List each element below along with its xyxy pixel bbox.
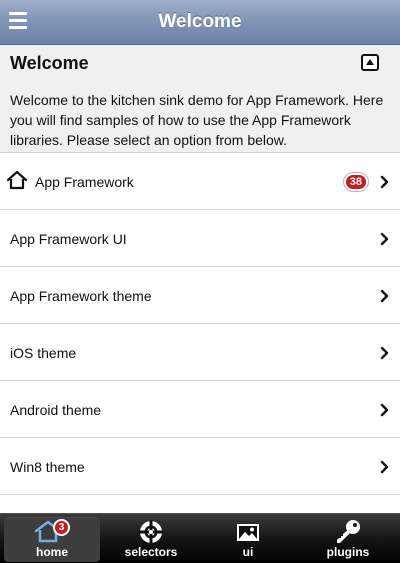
chevron-right-icon xyxy=(380,460,389,474)
list-item-label: Android theme xyxy=(10,402,102,418)
list-item-app-framework[interactable]: App Framework 38 xyxy=(0,153,400,210)
tab-label: home xyxy=(35,545,68,559)
list-item-ios-theme[interactable]: iOS theme xyxy=(0,324,400,381)
count-badge: 38 xyxy=(343,173,368,191)
crosshair-icon xyxy=(139,520,163,544)
home-icon xyxy=(6,170,28,190)
header-bar: Welcome xyxy=(0,0,400,45)
key-icon xyxy=(337,520,360,543)
tab-ui[interactable]: ui xyxy=(200,517,296,562)
list-item-app-framework-ui[interactable]: App Framework UI xyxy=(0,210,400,267)
intro-panel: Welcome Welcome to the kitchen sink demo… xyxy=(0,45,400,153)
chevron-right-icon xyxy=(380,289,389,303)
tab-plugins[interactable]: plugins xyxy=(300,517,396,562)
list-item-app-framework-theme[interactable]: App Framework theme xyxy=(0,267,400,324)
collapse-button[interactable] xyxy=(361,54,379,71)
menu-list: App Framework 38 App Framework UI App Fr… xyxy=(0,153,400,495)
list-item-label: iOS theme xyxy=(10,345,77,361)
chevron-right-icon xyxy=(380,346,389,360)
picture-icon xyxy=(237,524,259,541)
page-title: Welcome xyxy=(158,11,242,32)
tab-label: selectors xyxy=(124,545,178,559)
tab-home[interactable]: 3 home xyxy=(4,517,100,562)
tab-label: ui xyxy=(242,545,254,559)
intro-title: Welcome xyxy=(10,53,89,73)
collapse-up-icon xyxy=(366,59,374,65)
chevron-right-icon xyxy=(380,232,389,246)
list-item-label: App Framework theme xyxy=(10,288,152,304)
list-item-label: App Framework UI xyxy=(10,231,127,247)
chevron-right-icon xyxy=(380,403,389,417)
list-item-label: Win8 theme xyxy=(10,459,85,475)
notification-badge: 3 xyxy=(53,519,70,536)
tab-selectors[interactable]: selectors xyxy=(103,517,199,562)
chevron-right-icon xyxy=(380,175,389,189)
tab-label: plugins xyxy=(326,545,370,559)
list-item-android-theme[interactable]: Android theme xyxy=(0,381,400,438)
bottom-tab-bar: 3 home selectors ui plugins xyxy=(0,513,400,563)
intro-text: Welcome to the kitchen sink demo for App… xyxy=(10,92,384,148)
list-item-label: App Framework xyxy=(35,174,134,190)
list-item-win8-theme[interactable]: Win8 theme xyxy=(0,438,400,495)
